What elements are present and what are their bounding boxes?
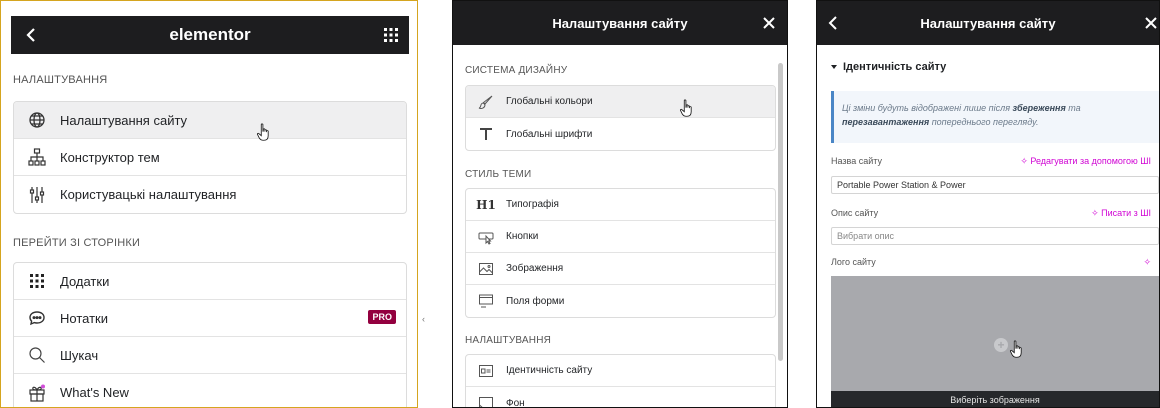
chat-bubble-icon bbox=[28, 309, 46, 327]
menu-item-label: Нотатки bbox=[60, 310, 108, 326]
hand-cursor-icon bbox=[1009, 340, 1022, 358]
site-name-input[interactable]: Portable Power Station & Power bbox=[831, 176, 1159, 194]
scrollbar[interactable] bbox=[778, 63, 783, 361]
menu-item-site-identity[interactable]: Ідентичність сайту bbox=[466, 355, 775, 387]
hand-cursor-icon bbox=[679, 99, 692, 117]
close-button[interactable] bbox=[755, 9, 783, 37]
close-icon bbox=[763, 17, 775, 29]
goto-group: Додатки Нотатки PRO Шукач What's New bbox=[13, 262, 407, 407]
heading-icon: H1 bbox=[476, 197, 496, 212]
info-notice: Ці зміни будуть відображені лише після з… bbox=[831, 91, 1159, 143]
section-toggle-site-identity[interactable]: Ідентичність сайту bbox=[831, 61, 946, 73]
menu-item-site-settings[interactable]: Налаштування сайту bbox=[14, 102, 406, 139]
grid-icon bbox=[384, 28, 398, 42]
panel-title: Налаштування сайту bbox=[920, 15, 1056, 31]
notice-text: Ці зміни будуть відображені лише після bbox=[842, 103, 1013, 113]
sliders-icon bbox=[28, 186, 46, 204]
menu-item-label: Фон bbox=[506, 397, 525, 408]
elementor-main-panel: elementor НАЛАШТУВАННЯ Налаштування сайт… bbox=[0, 0, 418, 408]
menu-item-label: Шукач bbox=[60, 347, 99, 363]
section-label-settings: НАЛАШТУВАННЯ bbox=[13, 74, 108, 86]
settings-group: Ідентичність сайту Фон bbox=[465, 354, 776, 408]
choose-image-button[interactable]: Виберіть зображення bbox=[831, 391, 1159, 407]
menu-item-form-fields[interactable]: Поля форми bbox=[466, 285, 775, 317]
notice-text: та bbox=[1065, 103, 1081, 113]
panel-header: Налаштування сайту bbox=[817, 1, 1159, 45]
ai-write-description-link[interactable]: ✧ Писати з ШІ bbox=[1091, 208, 1151, 219]
menu-item-label: Додатки bbox=[60, 273, 110, 289]
notice-text: попереднього перегляду. bbox=[929, 117, 1039, 127]
menu-item-buttons[interactable]: Кнопки bbox=[466, 221, 775, 253]
add-image-icon[interactable]: + bbox=[994, 338, 1008, 352]
id-card-icon bbox=[478, 363, 494, 379]
menu-item-background[interactable]: Фон bbox=[466, 387, 775, 408]
hand-cursor-icon bbox=[256, 123, 269, 141]
site-settings-panel: Налаштування сайту СИСТЕМА ДИЗАЙНУ Глоба… bbox=[452, 0, 788, 408]
menu-item-label: Типографія bbox=[506, 199, 559, 210]
panel-header: elementor bbox=[11, 16, 409, 54]
design-system-group: Глобальні кольори Глобальні шрифти bbox=[465, 85, 776, 151]
caret-down-icon bbox=[831, 65, 837, 69]
menu-item-apps[interactable]: Додатки bbox=[14, 263, 406, 300]
form-field-icon bbox=[478, 293, 494, 309]
menu-item-label: What's New bbox=[60, 385, 129, 400]
section-label-design-system: СИСТЕМА ДИЗАЙНУ bbox=[465, 65, 568, 76]
apps-menu-button[interactable] bbox=[377, 21, 405, 49]
menu-item-label: Налаштування сайту bbox=[60, 112, 188, 128]
menu-item-label: Глобальні кольори bbox=[506, 96, 593, 107]
section-label-goto: ПЕРЕЙТИ ЗІ СТОРІНКИ bbox=[13, 237, 141, 249]
panel-title: Налаштування сайту bbox=[552, 15, 688, 31]
notice-bold: перезавантаження bbox=[842, 117, 930, 127]
menu-item-label: Поля форми bbox=[506, 295, 565, 307]
font-icon bbox=[478, 126, 494, 142]
menu-item-label: Користувацькі налаштування bbox=[60, 187, 237, 202]
section-title: Ідентичність сайту bbox=[843, 61, 947, 73]
site-description-input[interactable]: Вибрати опис bbox=[831, 227, 1159, 245]
settings-group: Налаштування сайту Конструктор тем Корис… bbox=[13, 101, 407, 214]
background-icon bbox=[478, 395, 494, 407]
image-icon bbox=[478, 261, 494, 277]
section-label-theme-style: СТИЛЬ ТЕМИ bbox=[465, 169, 532, 180]
theme-style-group: H1 Типографія Кнопки Зображення Поля фор… bbox=[465, 188, 776, 318]
section-label-settings: НАЛАШТУВАННЯ bbox=[465, 335, 552, 346]
sitemap-icon bbox=[28, 148, 46, 166]
app-title: elementor bbox=[169, 25, 251, 44]
site-identity-panel: Налаштування сайту Ідентичність сайту Ці… bbox=[816, 0, 1160, 408]
site-name-label: Назва сайту bbox=[831, 156, 882, 166]
search-icon bbox=[28, 346, 46, 364]
apps-grid-icon bbox=[28, 272, 46, 290]
menu-item-notes[interactable]: Нотатки PRO bbox=[14, 300, 406, 337]
gift-icon bbox=[28, 384, 46, 402]
site-logo-label: Лого сайту bbox=[831, 257, 876, 267]
collapse-chevron-icon[interactable]: ‹ bbox=[422, 314, 425, 324]
menu-item-label: Кнопки bbox=[506, 231, 539, 242]
panel-header: Налаштування сайту bbox=[453, 1, 787, 45]
notice-bold: збереження bbox=[1012, 103, 1066, 113]
button-icon bbox=[478, 229, 494, 245]
ai-edit-site-name-link[interactable]: ✧ Редагувати за допомогою ШІ bbox=[1020, 156, 1151, 167]
ai-logo-icon[interactable]: ✧ bbox=[1143, 257, 1151, 268]
close-button[interactable] bbox=[1137, 9, 1159, 37]
menu-item-label: Глобальні шрифти bbox=[506, 128, 593, 140]
logo-upload-area[interactable]: + Виберіть зображення bbox=[831, 276, 1159, 407]
menu-item-label: Ідентичність сайту bbox=[506, 365, 593, 376]
brush-icon bbox=[478, 94, 494, 110]
globe-icon bbox=[28, 111, 46, 129]
menu-item-user-preferences[interactable]: Користувацькі налаштування bbox=[14, 176, 406, 213]
menu-item-images[interactable]: Зображення bbox=[466, 253, 775, 285]
menu-item-theme-builder[interactable]: Конструктор тем bbox=[14, 139, 406, 176]
menu-item-typography[interactable]: H1 Типографія bbox=[466, 189, 775, 221]
site-description-label: Опис сайту bbox=[831, 208, 879, 218]
pro-badge: PRO bbox=[368, 310, 396, 324]
menu-item-label: Зображення bbox=[506, 263, 564, 274]
menu-item-global-colors[interactable]: Глобальні кольори bbox=[466, 86, 775, 118]
menu-item-whats-new[interactable]: What's New bbox=[14, 374, 406, 407]
menu-item-global-fonts[interactable]: Глобальні шрифти bbox=[466, 118, 775, 150]
close-icon bbox=[1145, 17, 1157, 29]
menu-item-label: Конструктор тем bbox=[60, 149, 160, 165]
menu-item-finder[interactable]: Шукач bbox=[14, 337, 406, 374]
